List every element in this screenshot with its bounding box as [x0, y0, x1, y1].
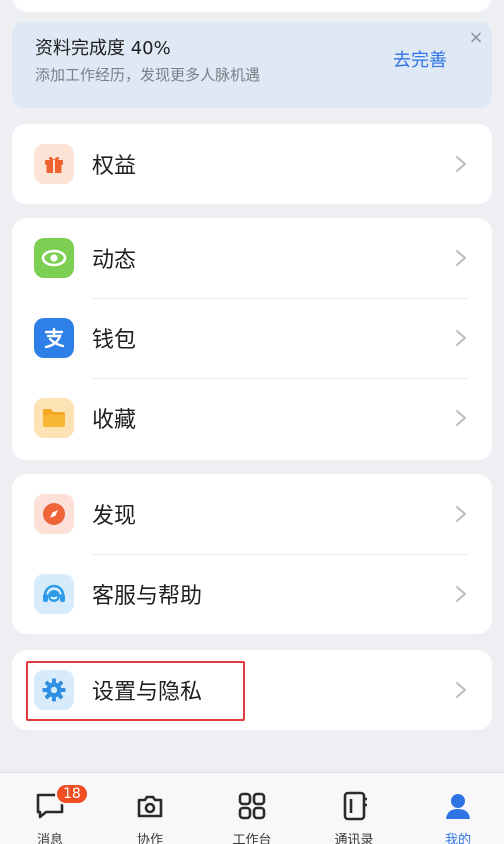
menu-item-support[interactable]: 客服与帮助 [12, 554, 492, 634]
tab-label-workbench: 工作台 [232, 833, 272, 844]
settings-highlight-box [26, 661, 245, 721]
chat-bubble-icon: 18 [33, 783, 89, 823]
chevron-right-icon [456, 682, 466, 698]
profile-completion-banner[interactable]: 资料完成度 40% 添加工作经历，发现更多人脉机遇 去完善 × [12, 22, 492, 108]
tab-collaboration[interactable]: 协作 [100, 773, 200, 844]
menu-item-benefits[interactable]: 权益 [12, 124, 492, 204]
chevron-right-icon [456, 330, 466, 346]
menu-label-support: 客服与帮助 [92, 584, 203, 609]
chevron-right-icon [456, 586, 466, 602]
tab-me[interactable]: 我的 [408, 773, 504, 844]
tab-label-messages: 消息 [36, 833, 63, 844]
previous-card [12, 0, 492, 12]
tab-label-me: 我的 [444, 833, 471, 844]
tab-workbench[interactable]: 工作台 [202, 773, 302, 844]
menu-item-wallet[interactable]: 钱包 [12, 298, 492, 378]
menu-item-moments[interactable]: 动态 [12, 218, 492, 298]
menu-label-wallet: 钱包 [92, 328, 137, 353]
headset-icon [34, 574, 74, 614]
profile-completion-subtitle: 添加工作经历，发现更多人脉机遇 [35, 66, 261, 84]
menu-label-favorites: 收藏 [92, 408, 137, 433]
chevron-right-icon [456, 156, 466, 172]
grid-icon [235, 789, 269, 823]
collaboration-icon [133, 789, 167, 823]
close-icon[interactable]: × [466, 28, 486, 48]
menu-label-benefits: 权益 [92, 154, 137, 179]
alipay-icon [34, 318, 74, 358]
complete-profile-button[interactable]: 去完善 [393, 46, 447, 72]
menu-item-discover[interactable]: 发现 [12, 474, 492, 554]
person-icon [441, 789, 475, 823]
features-card: 动态 钱包 收藏 [12, 218, 492, 460]
tab-label-collaboration: 协作 [136, 833, 163, 844]
profile-completion-title: 资料完成度 40% [35, 38, 171, 59]
discover-support-card: 发现 客服与帮助 [12, 474, 492, 634]
folder-icon [34, 398, 74, 438]
chevron-right-icon [456, 410, 466, 426]
chevron-right-icon [456, 250, 466, 266]
benefits-card: 权益 [12, 124, 492, 204]
unread-badge: 18 [55, 783, 89, 805]
eye-icon [34, 238, 74, 278]
address-book-icon [337, 789, 371, 823]
tab-contacts[interactable]: 通讯录 [304, 773, 404, 844]
tab-label-contacts: 通讯录 [334, 833, 374, 844]
tab-messages[interactable]: 18 消息 [0, 773, 100, 844]
menu-label-moments: 动态 [92, 248, 137, 273]
menu-item-favorites[interactable]: 收藏 [12, 378, 492, 458]
compass-icon [34, 494, 74, 534]
gift-icon [34, 144, 74, 184]
menu-label-discover: 发现 [92, 504, 137, 529]
bottom-tab-bar: 18 消息 协作 工作台 通讯录 我的 [0, 772, 504, 844]
chevron-right-icon [456, 506, 466, 522]
